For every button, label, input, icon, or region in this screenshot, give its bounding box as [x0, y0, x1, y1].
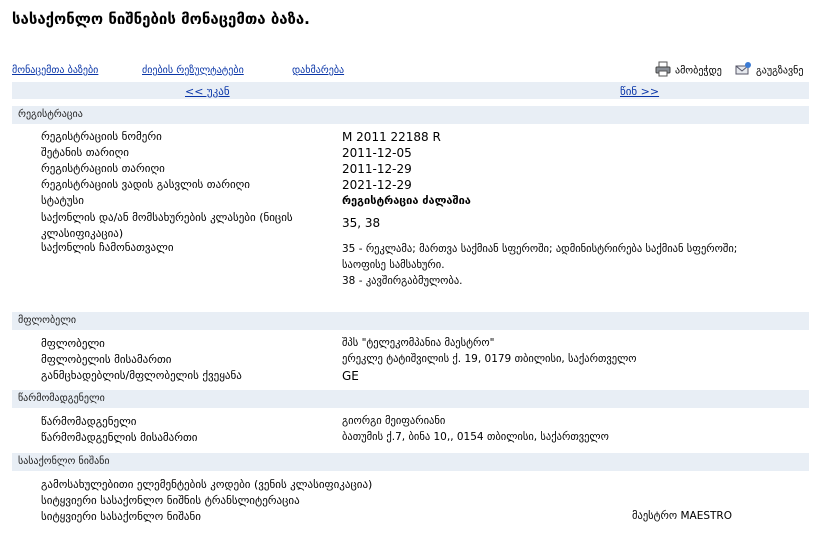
- field-value: 2021-12-29: [342, 178, 412, 192]
- field-label: საქონლის და/ან მომსახურების კლასები (ნიც…: [41, 211, 293, 240]
- field-value: გიორგი მეიფარიანი: [342, 415, 446, 427]
- trademark-section-header: სასაქონლო ნიშანი: [12, 453, 809, 471]
- wordmark-value: მაესტრო MAESTRO: [632, 510, 732, 522]
- send-button[interactable]: გაუგზავნე: [734, 61, 803, 80]
- field-value: 2011-12-29: [342, 162, 412, 176]
- field-label: სიტყვიერი სასაქონლო ნიშანი: [41, 510, 201, 523]
- field-value: 2011-12-05: [342, 146, 412, 160]
- field-value: GE: [342, 369, 359, 383]
- field-value: ერეკლე ტატიშვილის ქ. 19, 0179 თბილისი, ს…: [342, 353, 637, 365]
- field-row: საქონლის ჩამონათვალი 35 - რეკლამა; მართვ…: [12, 241, 809, 289]
- registration-section-header: რეგისტრაცია: [12, 106, 809, 124]
- print-label: ამობეჭდე: [675, 65, 722, 77]
- field-value: შპს "ტელეკომპანია მაესტრო": [342, 337, 495, 349]
- field-label: რეგისტრაციის ვადის გასვლის თარიღი: [41, 178, 250, 191]
- status-value: რეგისტრაცია ძალაშია: [342, 194, 471, 207]
- field-label: რეგისტრაციის თარიღი: [41, 162, 165, 175]
- forward-link[interactable]: წინ >>: [620, 85, 659, 98]
- field-label: განმცხადებლის/მფლობელის ქვეყანა: [41, 369, 242, 382]
- search-results-link[interactable]: ძიების რეზულტატები: [142, 65, 244, 76]
- field-value: 35, 38: [342, 216, 381, 230]
- field-label: გამოსახულებითი ელემენტების კოდები (ვენის…: [41, 478, 373, 491]
- representative-section-header: წარმომადგენელი: [12, 390, 809, 408]
- goods-list-value: 35 - რეკლამა; მართვა საქმიან სფეროში; ად…: [342, 243, 738, 287]
- field-label: შეტანის თარიღი: [41, 146, 129, 159]
- record-panel: << უკან წინ >> რეგისტრაცია რეგისტრაციის …: [12, 80, 809, 528]
- field-label: მფლობელის მისამართი: [41, 353, 172, 366]
- database-link[interactable]: მონაცემთა ბაზები: [12, 65, 98, 76]
- pager-bar: << უკან წინ >>: [12, 82, 809, 99]
- back-link[interactable]: << უკან: [185, 85, 230, 98]
- field-label: სიტყვიერი სასაქონლო ნიშნის ტრანსლიტერაცი…: [41, 494, 300, 507]
- owner-section-header: მფლობელი: [12, 312, 809, 330]
- field-value: M 2011 22188 R: [342, 130, 441, 144]
- help-link[interactable]: დახმარება: [292, 65, 344, 76]
- printer-icon: [655, 61, 671, 80]
- field-row: საქონლის და/ან მომსახურების კლასები (ნიც…: [12, 210, 809, 240]
- page-title: სასაქონლო ნიშნების მონაცემთა ბაზა.: [12, 10, 310, 28]
- field-value: ბათუმის ქ.7, ბინა 10,, 0154 თბილისი, საქ…: [342, 431, 609, 443]
- field-label: სტატუსი: [41, 194, 84, 207]
- send-label: გაუგზავნე: [756, 65, 804, 77]
- email-send-icon: [734, 61, 752, 80]
- field-label: წარმომადგენელი: [41, 415, 137, 428]
- field-label: რეგისტრაციის ნომერი: [41, 130, 162, 143]
- print-button[interactable]: ამობეჭდე: [655, 61, 722, 80]
- field-label: წარმომადგენლის მისამართი: [41, 431, 198, 444]
- field-label: საქონლის ჩამონათვალი: [41, 241, 174, 254]
- top-nav: მონაცემთა ბაზები ძიების რეზულტატები დახმ…: [12, 61, 809, 80]
- field-label: მფლობელი: [41, 337, 105, 350]
